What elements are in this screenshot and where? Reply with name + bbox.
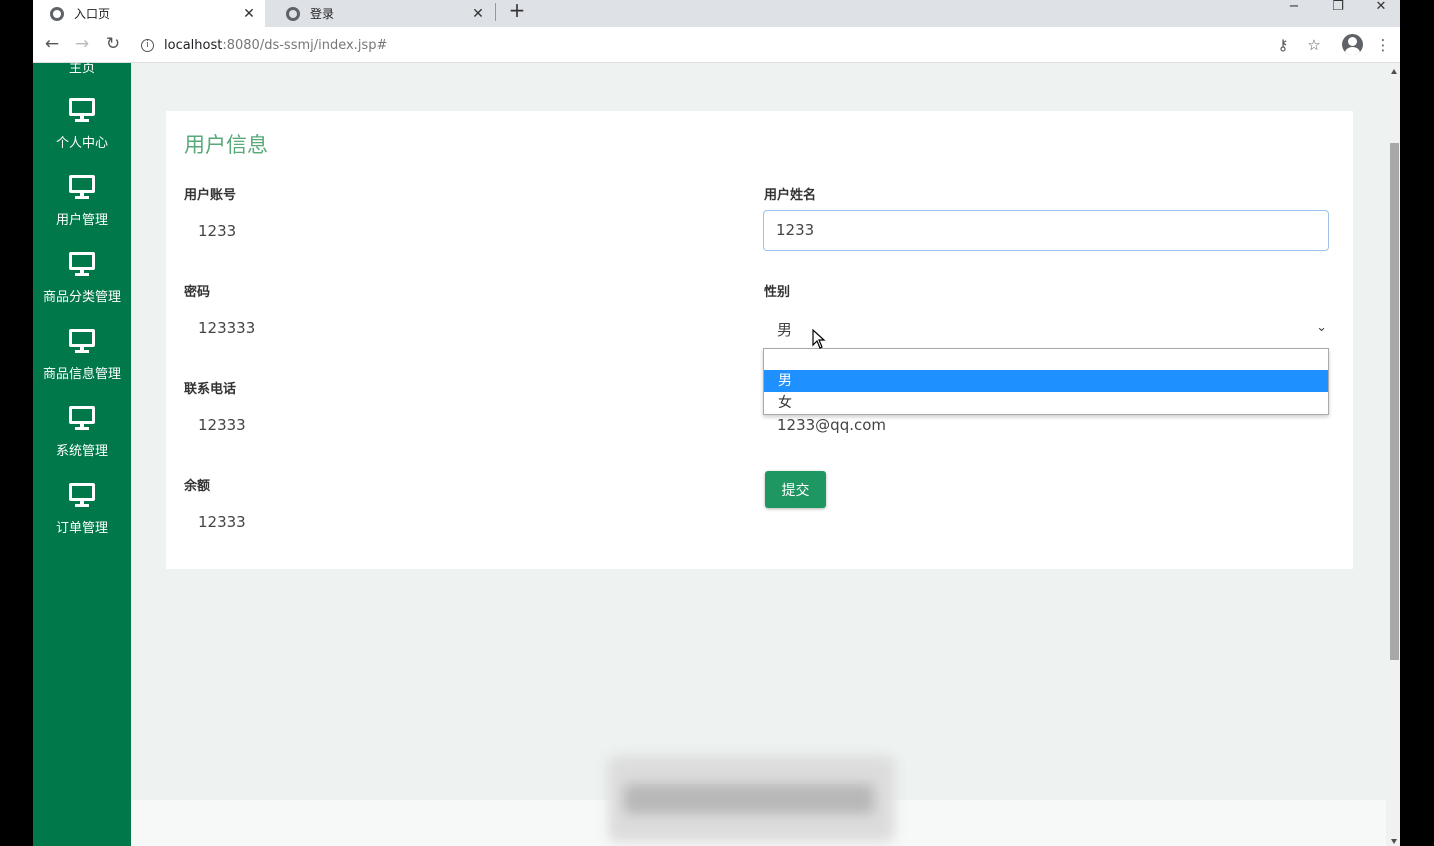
tab-title: 入口页 [74, 7, 111, 21]
browser-window: 入口页 ✕ 登录 ✕ + − ❐ ✕ ← → ↻ i localhost:808… [33, 0, 1400, 846]
gender-dropdown-list: 男 女 [763, 348, 1329, 415]
profile-icon[interactable] [1342, 34, 1363, 55]
sidebar-item-label: 商品分类管理 [42, 290, 121, 305]
monitor-icon [69, 406, 95, 430]
screen: 入口页 ✕ 登录 ✕ + − ❐ ✕ ← → ↻ i localhost:808… [0, 0, 1434, 846]
tab-divider [495, 3, 496, 21]
scroll-down-icon[interactable] [1391, 839, 1397, 844]
account-value: 1233 [198, 222, 237, 240]
main-content: 用户信息 用户账号 1233 密码 123333 联系电话 12333 余额 1… [131, 63, 1389, 846]
tab-login[interactable]: 登录 ✕ [269, 0, 494, 27]
star-icon[interactable]: ☆ [1304, 35, 1324, 55]
monitor-icon [69, 175, 95, 199]
gender-label: 性别 [764, 285, 791, 300]
sidebar-item-home[interactable]: 主页 [33, 63, 131, 76]
page-scrollbar[interactable] [1389, 63, 1400, 846]
sidebar-item-personal-center[interactable]: 个人中心 [33, 98, 131, 170]
url-path: :8080/ds-ssmj/index.jsp# [222, 37, 388, 53]
tab-close-icon[interactable]: ✕ [239, 6, 259, 22]
phone-label: 联系电话 [184, 382, 237, 397]
sidebar-item-category-management[interactable]: 商品分类管理 [33, 252, 131, 324]
password-label: 密码 [184, 285, 211, 300]
tab-close-icon[interactable]: ✕ [468, 6, 488, 22]
close-window-button[interactable]: ✕ [1361, 0, 1400, 20]
sidebar-item-label: 商品信息管理 [42, 367, 121, 382]
menu-dots-icon[interactable]: ⋮ [1373, 35, 1393, 55]
back-arrow-icon[interactable]: ← [40, 33, 64, 57]
name-label: 用户姓名 [764, 188, 817, 203]
sidebar: 主页 个人中心 用户管理 商品分类管理 商品信息管理 系统管理 订单管理 [33, 63, 131, 846]
sidebar-item-label: 系统管理 [55, 444, 108, 459]
phone-field[interactable]: 12333 [198, 416, 246, 434]
monitor-icon [69, 483, 95, 507]
scroll-up-icon[interactable] [1391, 69, 1397, 74]
monitor-icon [69, 98, 95, 122]
footer [131, 756, 1386, 846]
dropdown-blank-option[interactable] [764, 349, 1328, 370]
gender-option-male[interactable]: 男 [764, 370, 1328, 392]
email-field[interactable]: 1233@qq.com [777, 416, 886, 434]
sidebar-item-label: 个人中心 [55, 136, 108, 151]
user-info-panel: 用户信息 用户账号 1233 密码 123333 联系电话 12333 余额 1… [166, 111, 1353, 569]
globe-icon [286, 6, 300, 21]
mouse-cursor-icon [812, 329, 826, 349]
sidebar-item-label: 订单管理 [55, 521, 108, 536]
sidebar-item-label: 用户管理 [55, 213, 108, 228]
password-field[interactable]: 123333 [198, 319, 255, 337]
gender-option-female[interactable]: 女 [764, 392, 1328, 414]
forward-arrow-icon[interactable]: → [70, 33, 94, 57]
scroll-thumb[interactable] [1390, 143, 1399, 660]
reload-icon[interactable]: ↻ [101, 33, 125, 57]
tab-title: 登录 [310, 7, 335, 21]
sidebar-item-user-management[interactable]: 用户管理 [33, 175, 131, 247]
url-host: localhost [164, 37, 223, 53]
tab-entry-page[interactable]: 入口页 ✕ [33, 0, 265, 27]
sidebar-item-product-management[interactable]: 商品信息管理 [33, 329, 131, 401]
account-label: 用户账号 [184, 188, 237, 203]
sidebar-item-order-management[interactable]: 订单管理 [33, 483, 131, 555]
monitor-icon [69, 252, 95, 276]
blurred-watermark [608, 756, 895, 842]
globe-icon [50, 6, 64, 21]
key-icon[interactable]: ⚷ [1273, 35, 1293, 55]
gender-select[interactable]: 男 ⌄ [765, 309, 1331, 349]
monitor-icon [69, 329, 95, 353]
submit-button[interactable]: 提交 [765, 471, 826, 508]
minimize-button[interactable]: − [1274, 0, 1314, 20]
sidebar-item-system-management[interactable]: 系统管理 [33, 406, 131, 478]
balance-label: 余额 [184, 479, 211, 494]
gender-selected-value: 男 [777, 321, 793, 339]
balance-field[interactable]: 12333 [198, 513, 246, 531]
chevron-down-icon: ⌄ [1316, 320, 1327, 335]
info-icon[interactable]: i [141, 38, 154, 52]
restore-button[interactable]: ❐ [1318, 0, 1358, 20]
page-title: 用户信息 [184, 133, 268, 157]
name-field[interactable]: 1233 [763, 210, 1329, 251]
address-bar[interactable]: i localhost:8080/ds-ssmj/index.jsp# [137, 31, 1337, 59]
browser-toolbar: ← → ↻ i localhost:8080/ds-ssmj/index.jsp… [33, 27, 1400, 63]
tab-strip: 入口页 ✕ 登录 ✕ + − ❐ ✕ [33, 0, 1400, 27]
new-tab-button[interactable]: + [505, 0, 529, 24]
